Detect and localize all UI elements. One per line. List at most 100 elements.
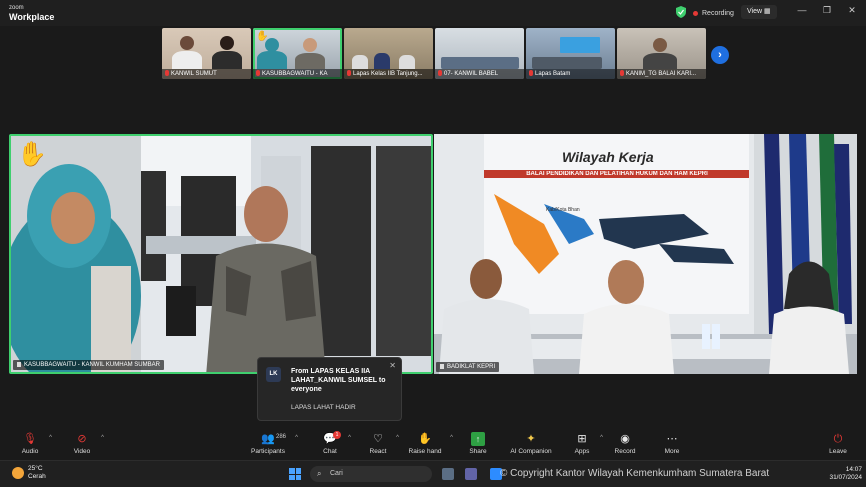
record-label: Record	[614, 448, 636, 455]
video-off-icon: ⊘	[77, 433, 87, 445]
banner-legend: Kab/Kota Bhan	[546, 207, 580, 213]
record-dot-icon	[693, 10, 698, 16]
thumb-label: 07- KANWIL BABEL	[435, 69, 524, 79]
react-label: React	[369, 448, 387, 455]
thumb-label: Lapas Kelas IIB Tanjung...	[344, 69, 433, 79]
mic-muted-icon	[347, 70, 351, 76]
chat-label: Chat	[323, 448, 337, 455]
maximize-icon[interactable]: ❐	[820, 5, 834, 16]
video-label: KASUBBAGWAITU - KANWIL KUMHAM SUMBAR	[13, 360, 164, 370]
thumb-label: KANWIL SUMUT	[162, 69, 251, 79]
more-icon: ⋯	[666, 433, 678, 445]
close-icon[interactable]: ✕	[389, 361, 396, 370]
raised-hand-icon: ✋	[17, 141, 47, 168]
thumb-tile[interactable]: ✋ KASUBBAGWAITU - KA	[253, 28, 342, 79]
avatar: LK	[266, 367, 281, 382]
apps-label: Apps	[574, 448, 590, 455]
participant-head	[180, 36, 194, 50]
chat-badge: 1	[333, 431, 341, 439]
ai-companion-button[interactable]: ✦ AI Companion	[508, 432, 554, 455]
participant-body	[257, 51, 287, 69]
system-clock[interactable]: 14:07 31/07/2024	[829, 466, 862, 482]
view-label: View	[747, 8, 763, 15]
participant-body	[374, 53, 390, 69]
mic-icon	[17, 362, 21, 367]
participant-head	[265, 38, 279, 52]
windows-start-icon[interactable]	[289, 468, 301, 480]
banner-title: Wilayah Kerja	[562, 149, 654, 165]
participant-body	[212, 51, 242, 69]
participant-body	[399, 55, 415, 69]
participant-body	[172, 51, 202, 69]
raise-hand-label: Raise hand	[408, 448, 442, 455]
raise-hand-button[interactable]: ✋ Raise hand ^	[407, 432, 453, 455]
next-page-icon[interactable]: ›	[711, 46, 729, 64]
apps-icon: ⊞	[577, 433, 587, 445]
meeting-toolbar: 🎙 Audio ^ ⊘ Video ^ 👥 286 Participants ^…	[0, 428, 866, 460]
participants-label: Participants	[251, 448, 285, 455]
thumb-label: KANIM_TG BALAI KARI...	[617, 69, 706, 79]
apps-button[interactable]: ⊞ Apps ^	[571, 432, 603, 455]
audio-label: Audio	[21, 448, 39, 455]
more-button[interactable]: ⋯ More	[661, 432, 683, 455]
chevron-up-icon[interactable]: ^	[101, 435, 104, 441]
hand-icon: ✋	[418, 433, 432, 445]
video-label: Video	[73, 448, 91, 455]
participant-head	[220, 36, 234, 50]
share-button[interactable]: ↑ Share	[467, 432, 489, 455]
participants-button[interactable]: 👥 286 Participants ^	[248, 432, 298, 455]
mic-icon	[440, 364, 444, 369]
participants-count: 286	[276, 434, 287, 440]
filmstrip: KANWIL SUMUT ✋ KASUBBAGWAITU - KA Lapas …	[162, 28, 706, 79]
share-label: Share	[469, 448, 487, 455]
chevron-up-icon[interactable]: ^	[49, 435, 52, 441]
shield-icon[interactable]	[676, 6, 686, 18]
thumb-tile[interactable]: KANIM_TG BALAI KARI...	[617, 28, 706, 79]
video-scene-right	[434, 134, 857, 374]
task-view-icon[interactable]	[442, 468, 454, 480]
participant-body	[441, 57, 519, 69]
weather-widget[interactable]: 25°C Cerah	[12, 465, 46, 481]
sparkle-icon: ✦	[526, 433, 536, 445]
thumb-tile[interactable]: 07- KANWIL BABEL	[435, 28, 524, 79]
teams-icon[interactable]	[465, 468, 477, 480]
mic-muted-icon: 🎙	[23, 433, 37, 445]
chat-notification[interactable]: LK From LAPAS KELAS IIA LAHAT_KANWIL SUM…	[257, 357, 402, 421]
video-scene-left	[11, 136, 431, 372]
search-label: Cari	[330, 470, 343, 477]
video-button[interactable]: ⊘ Video ^	[70, 432, 104, 455]
mic-muted-icon	[438, 70, 442, 76]
mic-muted-icon	[256, 70, 260, 76]
ai-label: AI Companion	[510, 448, 552, 455]
leave-button[interactable]: ⏻ Leave	[827, 432, 849, 455]
chevron-up-icon[interactable]: ^	[295, 435, 298, 441]
view-button[interactable]: View ▦	[741, 5, 777, 19]
mic-muted-icon	[620, 70, 624, 76]
taskbar-search[interactable]: ⌕ Cari	[310, 466, 432, 482]
copyright-watermark: © Copyright Kantor Wilayah Kemenkumham S…	[500, 468, 770, 479]
thumb-tile[interactable]: Lapas Kelas IIB Tanjung...	[344, 28, 433, 79]
chevron-up-icon[interactable]: ^	[396, 435, 399, 441]
clock-time: 14:07	[845, 466, 862, 473]
minimize-icon[interactable]: —	[795, 5, 809, 15]
chevron-up-icon[interactable]: ^	[600, 435, 603, 441]
participant-body	[532, 57, 602, 69]
grid-icon: ▦	[764, 8, 771, 15]
chevron-up-icon[interactable]: ^	[450, 435, 453, 441]
audio-button[interactable]: 🎙 Audio ^	[18, 432, 52, 455]
recording-indicator[interactable]: Recording	[693, 7, 734, 19]
leave-icon: ⏻	[833, 433, 843, 445]
close-icon[interactable]: ✕	[845, 5, 859, 16]
participant-head	[303, 38, 317, 52]
thumb-tile[interactable]: KANWIL SUMUT	[162, 28, 251, 79]
video-badiklat-kepri[interactable]: Wilayah Kerja BALAI PENDIDIKAN DAN PELAT…	[434, 134, 857, 374]
react-button[interactable]: ♡ React ^	[367, 432, 400, 455]
chevron-up-icon[interactable]: ^	[348, 435, 351, 441]
toast-title: From LAPAS KELAS IIA LAHAT_KANWIL SUMSEL…	[291, 368, 386, 393]
toast-message: LAPAS LAHAT HADIR	[291, 404, 356, 411]
chat-button[interactable]: 💬 1 Chat ^	[319, 431, 351, 455]
record-button[interactable]: ◉ Record	[613, 432, 637, 455]
search-icon: ⌕	[317, 469, 322, 478]
thumb-tile[interactable]: Lapas Batam	[526, 28, 615, 79]
video-kanwil-sumbar[interactable]: ✋ KASUBBAGWAITU - KANWIL KUMHAM SUMBAR	[9, 134, 433, 374]
